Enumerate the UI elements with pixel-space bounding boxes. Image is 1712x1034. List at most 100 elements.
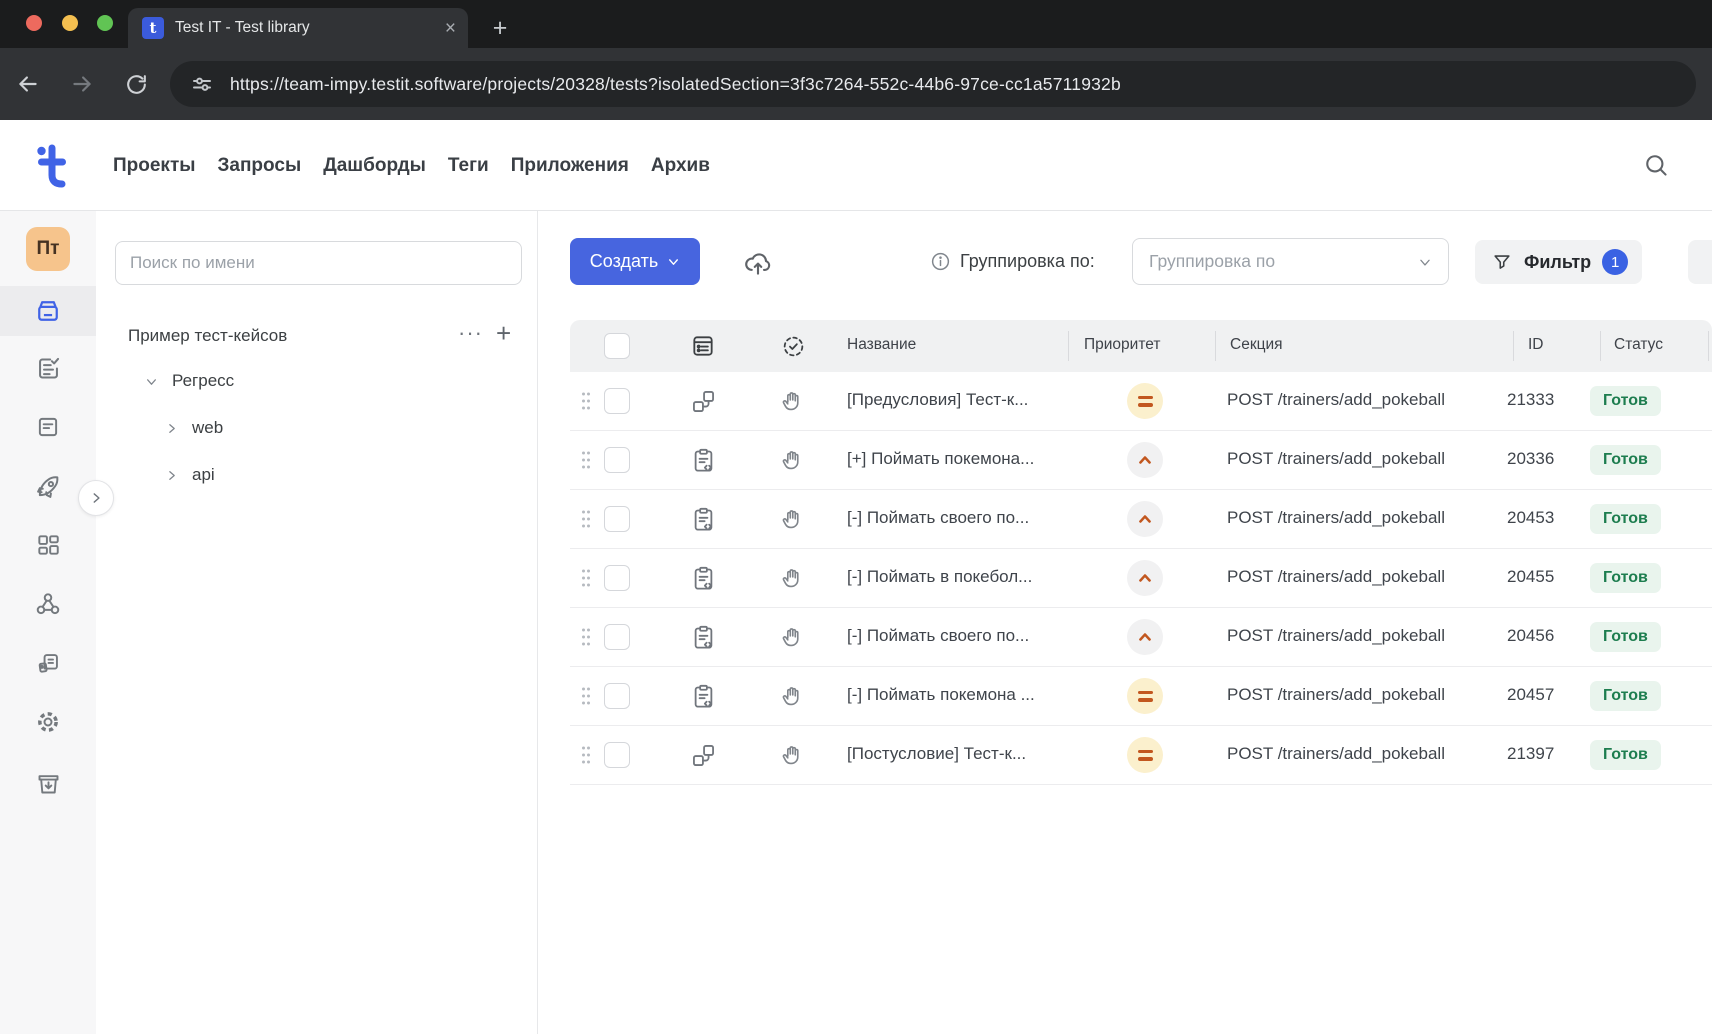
rail-item-archive[interactable] xyxy=(0,758,96,808)
column-header-section[interactable]: Секция xyxy=(1230,336,1283,354)
drag-handle-icon[interactable] xyxy=(580,391,592,411)
group-by-select[interactable]: Группировка по xyxy=(1132,238,1449,285)
table-header: Название Приоритет Секция ID Статус xyxy=(570,320,1712,372)
main-menu: Проекты Запросы Дашборды Теги Приложения… xyxy=(113,120,710,211)
collapse-tree-button[interactable] xyxy=(78,480,114,516)
table-row[interactable]: [-] Поймать в покебол... POST /trainers/… xyxy=(570,549,1712,608)
select-all-checkbox[interactable] xyxy=(604,333,630,359)
browser-tab[interactable]: t Test IT - Test library × xyxy=(128,8,468,48)
rail-item-requirements[interactable] xyxy=(0,638,96,688)
toolbar-overflow-button[interactable] xyxy=(1688,240,1712,284)
table-row[interactable]: [Предусловия] Тест-к... POST /trainers/a… xyxy=(570,372,1712,431)
row-checkbox[interactable] xyxy=(604,683,630,709)
drag-handle-icon[interactable] xyxy=(580,686,592,706)
row-checkbox[interactable] xyxy=(604,624,630,650)
drag-handle-icon[interactable] xyxy=(580,745,592,765)
row-checkbox[interactable] xyxy=(604,565,630,591)
nav-item-tags[interactable]: Теги xyxy=(448,155,489,177)
nav-item-dashboards[interactable]: Дашборды xyxy=(323,155,426,177)
search-icon[interactable] xyxy=(1642,151,1670,179)
row-checkbox[interactable] xyxy=(604,447,630,473)
reload-icon[interactable] xyxy=(116,64,156,104)
tree-node-web[interactable]: web xyxy=(96,408,538,448)
tree-node-api[interactable]: api xyxy=(96,455,538,495)
drag-handle-icon[interactable] xyxy=(580,568,592,588)
table-row[interactable]: [-] Поймать своего по... POST /trainers/… xyxy=(570,608,1712,667)
new-tab-button[interactable]: + xyxy=(482,10,518,46)
rail-item-settings[interactable] xyxy=(0,697,96,747)
add-section-icon[interactable]: + xyxy=(496,318,511,349)
rail-item-test-plans[interactable] xyxy=(0,343,96,393)
address-bar[interactable]: https://team-impy.testit.software/projec… xyxy=(170,61,1696,107)
manual-test-icon xyxy=(780,683,806,709)
column-header-id[interactable]: ID xyxy=(1528,336,1544,354)
rail-item-dashboards[interactable] xyxy=(0,520,96,570)
tree-search-input[interactable] xyxy=(115,241,522,285)
testit-logo-icon[interactable] xyxy=(33,144,69,190)
window-minimize-light[interactable] xyxy=(62,15,78,31)
nav-item-requests[interactable]: Запросы xyxy=(217,155,301,177)
tree-node-label[interactable]: Регресс xyxy=(172,371,234,391)
nav-item-projects[interactable]: Проекты xyxy=(113,155,195,177)
chevron-right-icon[interactable] xyxy=(165,469,178,482)
site-settings-icon[interactable] xyxy=(190,72,214,96)
status-badge: Готов xyxy=(1590,445,1661,475)
tree-root-label[interactable]: Пример тест-кейсов xyxy=(128,326,287,346)
row-checkbox[interactable] xyxy=(604,742,630,768)
test-case-name[interactable]: [Предусловия] Тест-к... xyxy=(847,390,1028,410)
column-header-name[interactable]: Название xyxy=(847,336,916,354)
import-upload-icon[interactable] xyxy=(742,247,774,279)
work-item-type-column-icon[interactable] xyxy=(690,333,716,359)
table-row[interactable]: [-] Поймать своего по... POST /trainers/… xyxy=(570,490,1712,549)
back-icon[interactable] xyxy=(8,64,48,104)
test-case-name[interactable]: [-] Поймать своего по... xyxy=(847,626,1029,646)
table-row[interactable]: [Постусловие] Тест-к... POST /trainers/a… xyxy=(570,726,1712,785)
create-button-label: Создать xyxy=(590,251,658,272)
table-row[interactable]: [+] Поймать покемона... POST /trainers/a… xyxy=(570,431,1712,490)
chevron-down-icon[interactable] xyxy=(145,375,158,388)
more-actions-icon[interactable]: ··· xyxy=(458,320,483,346)
test-case-name[interactable]: [-] Поймать в покебол... xyxy=(847,567,1032,587)
rail-item-autotests[interactable] xyxy=(0,402,96,452)
drag-handle-icon[interactable] xyxy=(580,627,592,647)
nav-item-archive[interactable]: Архив xyxy=(651,155,710,177)
window-close-light[interactable] xyxy=(26,15,42,31)
rail-item-test-library[interactable] xyxy=(0,286,96,336)
status-badge: Готов xyxy=(1590,622,1661,652)
test-case-name[interactable]: [-] Поймать покемона ... xyxy=(847,685,1035,705)
nav-item-apps[interactable]: Приложения xyxy=(511,155,629,177)
drag-handle-icon[interactable] xyxy=(580,450,592,470)
manual-test-icon xyxy=(780,447,806,473)
tree-root-row[interactable]: Пример тест-кейсов ··· + xyxy=(96,318,538,358)
browser-toolbar: https://team-impy.testit.software/projec… xyxy=(0,48,1712,120)
filter-count-badge: 1 xyxy=(1602,249,1628,275)
screen: t Test IT - Test library × + https://tea… xyxy=(0,0,1712,1034)
automation-status-column-icon[interactable] xyxy=(781,334,806,359)
tree-node-label[interactable]: api xyxy=(192,465,215,485)
row-checkbox[interactable] xyxy=(604,388,630,414)
section-cell: POST /trainers/add_pokeball xyxy=(1227,390,1445,410)
tab-close-icon[interactable]: × xyxy=(445,19,456,38)
info-icon xyxy=(930,251,951,272)
column-header-priority[interactable]: Приоритет xyxy=(1084,336,1160,354)
filter-button[interactable]: Фильтр 1 xyxy=(1475,240,1642,284)
test-case-icon xyxy=(690,506,717,533)
chevron-right-icon[interactable] xyxy=(165,422,178,435)
tree-node-regress[interactable]: Регресс xyxy=(96,361,538,401)
priority-icon xyxy=(1127,678,1163,714)
forward-icon[interactable] xyxy=(62,64,102,104)
rail-item-webhooks[interactable] xyxy=(0,579,96,629)
id-cell: 20457 xyxy=(1507,685,1554,705)
tree-node-label[interactable]: web xyxy=(192,418,223,438)
id-cell: 20456 xyxy=(1507,626,1554,646)
table-row[interactable]: [-] Поймать покемона ... POST /trainers/… xyxy=(570,667,1712,726)
project-avatar[interactable]: Пт xyxy=(26,227,70,271)
row-checkbox[interactable] xyxy=(604,506,630,532)
window-zoom-light[interactable] xyxy=(97,15,113,31)
create-button[interactable]: Создать xyxy=(570,238,700,285)
test-case-name[interactable]: [+] Поймать покемона... xyxy=(847,449,1034,469)
drag-handle-icon[interactable] xyxy=(580,509,592,529)
column-header-status[interactable]: Статус xyxy=(1614,336,1663,354)
test-case-name[interactable]: [Постусловие] Тест-к... xyxy=(847,744,1026,764)
test-case-name[interactable]: [-] Поймать своего по... xyxy=(847,508,1029,528)
